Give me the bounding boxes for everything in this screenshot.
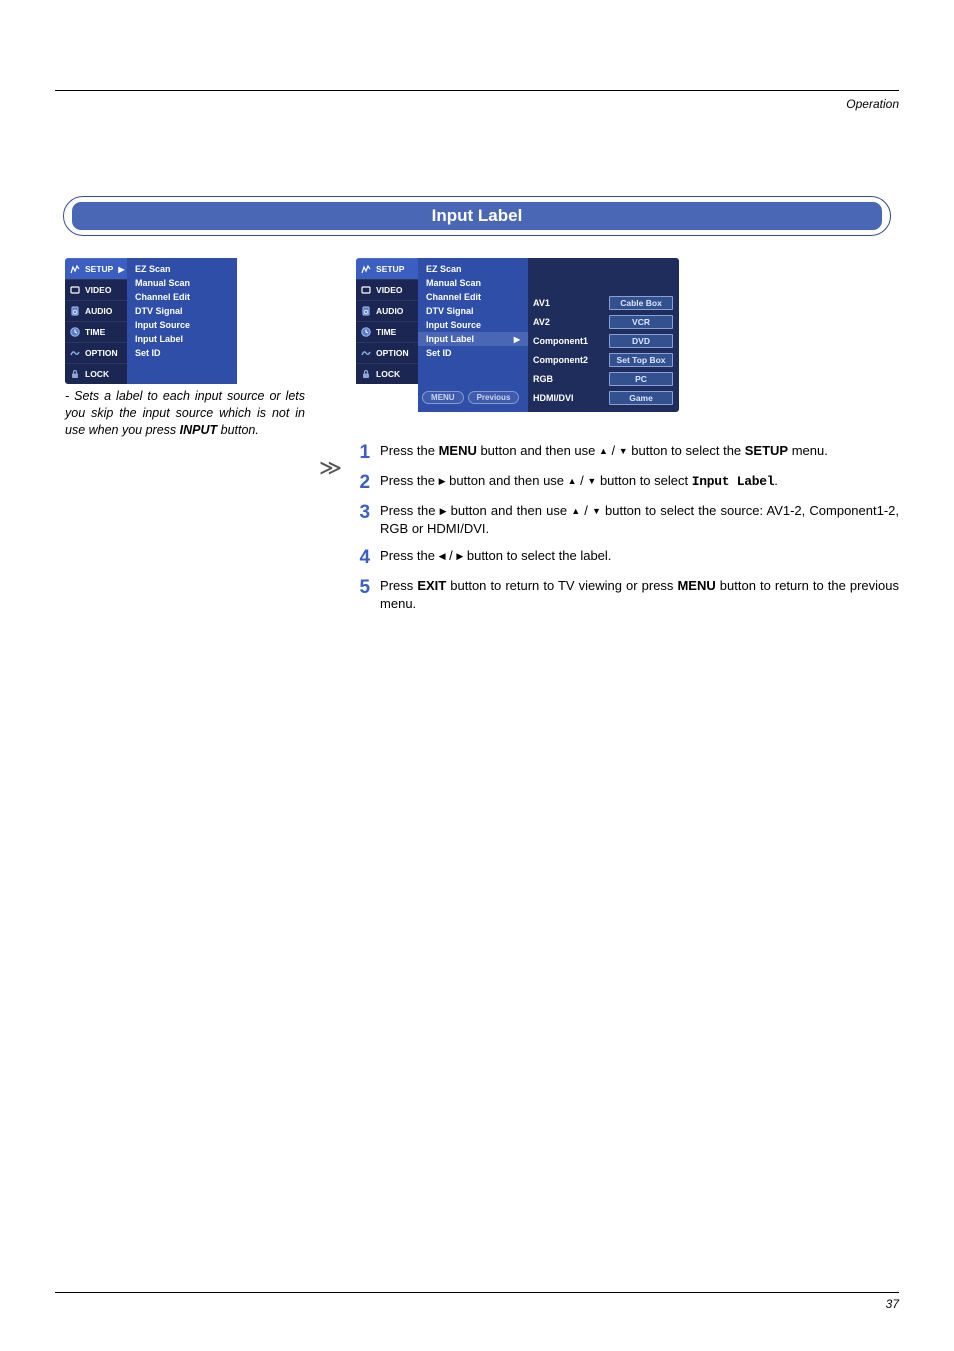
- up-icon: ▲: [571, 505, 580, 517]
- option-icon: [69, 347, 81, 359]
- up-icon: ▲: [568, 475, 577, 487]
- tab-label: TIME: [376, 327, 396, 337]
- menu-item: Set ID: [418, 346, 528, 360]
- menu-item: DTV Signal: [127, 304, 237, 318]
- tab-lock: LOCK: [65, 363, 127, 384]
- input-label-submenu: AV1 Cable Box AV2 VCR Component1 DVD C: [527, 258, 679, 412]
- down-icon: ▼: [592, 505, 601, 517]
- tab-option: OPTION: [356, 342, 418, 363]
- menu-item: EZ Scan: [418, 262, 528, 276]
- instruction-steps: 1 Press the MENU button and then use ▲ /…: [356, 442, 899, 612]
- tab-video: VIDEO: [356, 279, 418, 300]
- tab-label: AUDIO: [376, 306, 403, 316]
- tab-audio: AUDIO: [65, 300, 127, 321]
- chevron-right-icon: ▶: [118, 265, 124, 274]
- sub-row: AV2 VCR: [533, 314, 673, 330]
- tab-label: VIDEO: [376, 285, 402, 295]
- clock-icon: [360, 326, 372, 338]
- label-value: VCR: [609, 315, 673, 329]
- lock-icon: [69, 368, 81, 380]
- menu-item: Channel Edit: [127, 290, 237, 304]
- page-header: Operation: [55, 97, 899, 111]
- transition-arrow-icon: ≫: [319, 400, 342, 481]
- lock-icon: [360, 368, 372, 380]
- tab-setup: SETUP ▶: [65, 258, 127, 279]
- footer-previous-button: Previous: [468, 391, 520, 404]
- tab-option: OPTION: [65, 342, 127, 363]
- tab-label: OPTION: [85, 348, 118, 358]
- audio-icon: [69, 305, 81, 317]
- video-icon: [360, 284, 372, 296]
- chevron-right-icon: ▶: [514, 335, 520, 344]
- menu-item-selected: Input Label ▶: [418, 332, 528, 346]
- menu-item: Manual Scan: [127, 276, 237, 290]
- menu-item: DTV Signal: [418, 304, 528, 318]
- description-text: - Sets a label to each input source or l…: [55, 388, 305, 439]
- section-title-frame: Input Label: [63, 196, 891, 236]
- step-3: 3 Press the ▶ button and then use ▲ / ▼ …: [356, 502, 899, 537]
- sub-row: Component2 Set Top Box: [533, 352, 673, 368]
- clock-icon: [69, 326, 81, 338]
- menu-item: Input Label: [127, 332, 237, 346]
- tab-lock: LOCK: [356, 363, 418, 384]
- label-value: Set Top Box: [609, 353, 673, 367]
- audio-icon: [360, 305, 372, 317]
- down-icon: ▼: [619, 445, 628, 457]
- tab-label: LOCK: [376, 369, 400, 379]
- tab-video: VIDEO: [65, 279, 127, 300]
- label-value: PC: [609, 372, 673, 386]
- setup-icon: [69, 263, 81, 275]
- menu-item: Input Source: [418, 318, 528, 332]
- option-icon: [360, 347, 372, 359]
- tab-label: OPTION: [376, 348, 409, 358]
- section-title: Input Label: [72, 202, 882, 230]
- sub-row: AV1 Cable Box: [533, 295, 673, 311]
- tab-audio: AUDIO: [356, 300, 418, 321]
- menu-item: Set ID: [127, 346, 237, 360]
- osd-menu-after: SETUP VIDEO AUDIO: [356, 258, 679, 412]
- footer-menu-button: MENU: [422, 391, 464, 404]
- page-number: 37: [55, 1297, 899, 1311]
- menu-item: Manual Scan: [418, 276, 528, 290]
- down-icon: ▼: [587, 475, 596, 487]
- step-1: 1 Press the MENU button and then use ▲ /…: [356, 442, 899, 462]
- up-icon: ▲: [599, 445, 608, 457]
- sub-row: Component1 DVD: [533, 333, 673, 349]
- sub-row: RGB PC: [533, 371, 673, 387]
- osd-menu-before: SETUP ▶ VIDEO AUDIO: [65, 258, 305, 384]
- tab-label: LOCK: [85, 369, 109, 379]
- tab-time: TIME: [65, 321, 127, 342]
- tab-label: SETUP: [85, 264, 113, 274]
- tab-time: TIME: [356, 321, 418, 342]
- menu-item: Input Source: [127, 318, 237, 332]
- tab-setup: SETUP: [356, 258, 418, 279]
- step-5: 5 Press EXIT button to return to TV view…: [356, 577, 899, 612]
- menu-item: Channel Edit: [418, 290, 528, 304]
- sub-row: HDMI/DVI Game: [533, 390, 673, 406]
- right-icon: ▶: [440, 505, 447, 517]
- setup-icon: [360, 263, 372, 275]
- menu-item: EZ Scan: [127, 262, 237, 276]
- tab-label: TIME: [85, 327, 105, 337]
- step-2: 2 Press the ▶ button and then use ▲ / ▼ …: [356, 472, 899, 492]
- label-value: DVD: [609, 334, 673, 348]
- label-value: Cable Box: [609, 296, 673, 310]
- tab-label: VIDEO: [85, 285, 111, 295]
- tab-label: AUDIO: [85, 306, 112, 316]
- step-4: 4 Press the ◀ / ▶ button to select the l…: [356, 547, 899, 567]
- tab-label: SETUP: [376, 264, 404, 274]
- label-value: Game: [609, 391, 673, 405]
- video-icon: [69, 284, 81, 296]
